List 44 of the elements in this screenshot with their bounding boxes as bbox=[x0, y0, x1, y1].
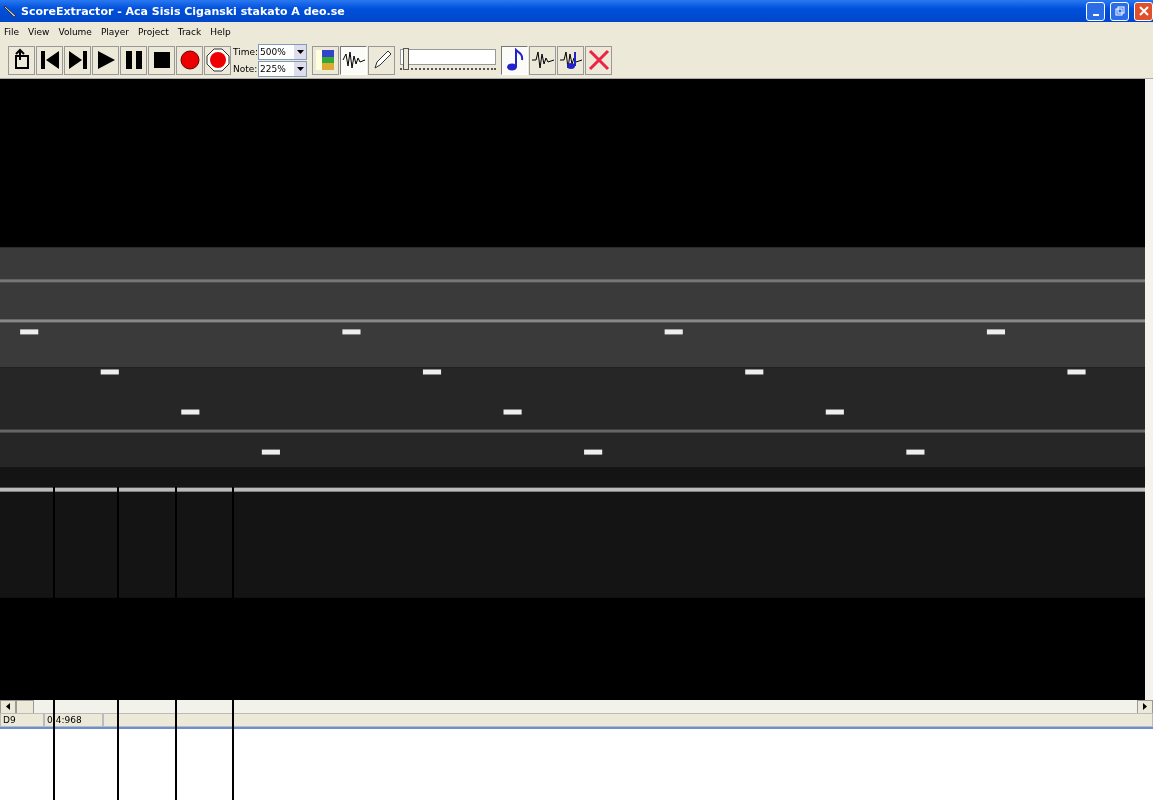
pause-button[interactable] bbox=[120, 45, 147, 75]
loop-button[interactable] bbox=[8, 45, 35, 75]
wave-button[interactable] bbox=[529, 45, 556, 75]
caret-icon bbox=[296, 49, 304, 54]
zoom-dropdown[interactable]: 225% bbox=[258, 60, 307, 77]
restore-button[interactable] bbox=[1110, 1, 1129, 21]
zoom-dropdown[interactable]: 500% bbox=[258, 43, 307, 60]
stoprec-icon bbox=[205, 48, 230, 72]
pen-icon bbox=[4, 4, 18, 18]
vertical-scrollbar[interactable] bbox=[1145, 79, 1153, 700]
right-arrow-icon bbox=[1143, 703, 1147, 710]
zoom-label: Time: bbox=[233, 46, 257, 57]
wave-button[interactable] bbox=[340, 45, 367, 75]
menu-item[interactable]: Project bbox=[137, 27, 169, 37]
zoom-label: Note: bbox=[233, 63, 257, 74]
menu-item[interactable]: Track bbox=[177, 27, 202, 37]
window-title: ScoreExtractor - Aca Sisis Ciganski stakato A deo.se bbox=[21, 4, 345, 18]
minimize-button[interactable] bbox=[1086, 1, 1105, 21]
status-note: D9 bbox=[0, 713, 44, 727]
tracks-button[interactable] bbox=[312, 45, 339, 75]
left-arrow-icon bbox=[6, 703, 10, 710]
next-button[interactable] bbox=[64, 45, 91, 75]
menu-item[interactable]: View bbox=[28, 27, 50, 37]
note-button[interactable] bbox=[501, 45, 528, 75]
play-button[interactable] bbox=[92, 45, 119, 75]
record-button[interactable] bbox=[176, 45, 203, 75]
caret-icon bbox=[296, 66, 304, 71]
menu-item[interactable]: Volume bbox=[58, 27, 92, 37]
pencil-button[interactable] bbox=[368, 45, 395, 75]
cross-button[interactable] bbox=[585, 45, 612, 75]
restore-icon bbox=[1114, 6, 1125, 16]
stoprec-button[interactable] bbox=[204, 45, 231, 75]
menu-item[interactable]: Help bbox=[210, 27, 231, 37]
menu-item[interactable]: Player bbox=[100, 27, 129, 37]
record-icon bbox=[177, 48, 202, 72]
minimize-icon bbox=[1092, 14, 1099, 16]
close-icon bbox=[1138, 6, 1149, 16]
prev-button[interactable] bbox=[36, 45, 63, 75]
horizontal-scrollbar[interactable] bbox=[0, 700, 1153, 713]
notewave-button[interactable] bbox=[557, 45, 584, 75]
close-button[interactable] bbox=[1134, 1, 1153, 21]
stop-button[interactable] bbox=[148, 45, 175, 75]
volume-slider[interactable] bbox=[402, 47, 409, 70]
menu-item[interactable]: File bbox=[4, 27, 20, 37]
